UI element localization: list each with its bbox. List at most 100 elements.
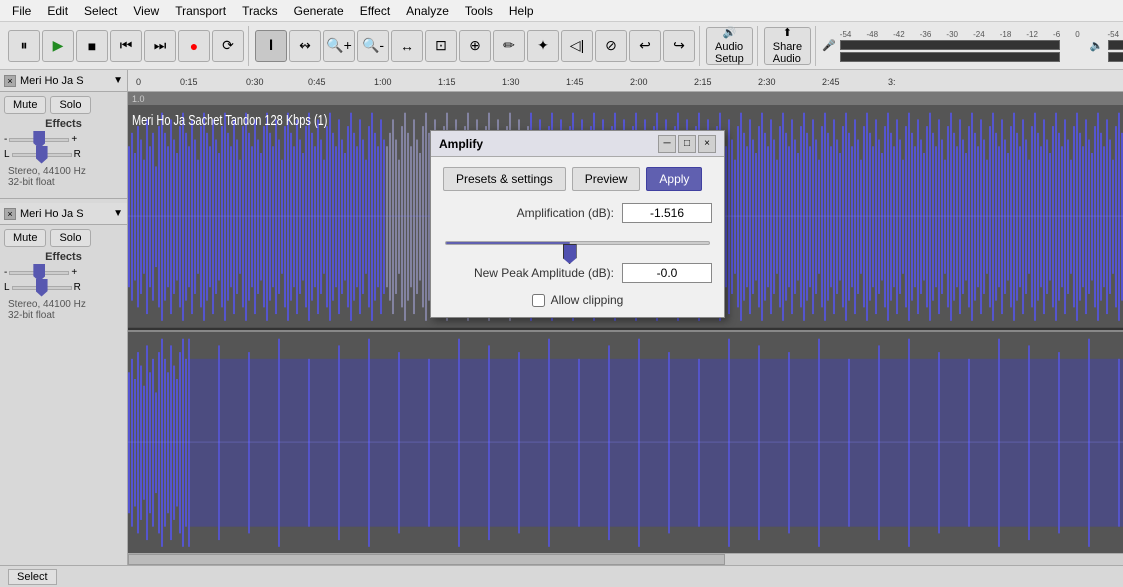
toolbar: ⏸ ▶ ■ ⏮ ⏭ ● ⟳ 𝐈 ↭ 🔍+ 🔍- ↔ ⊡ ⊕ ✏ ✦ ◁| ⊘ ↩…: [0, 22, 1123, 70]
track-dropdown-button[interactable]: ▼: [113, 75, 123, 86]
presets-settings-button[interactable]: Presets & settings: [443, 167, 566, 191]
pan-slider[interactable]: [12, 153, 72, 157]
transport-controls: ⏸ ▶ ■ ⏮ ⏭ ● ⟳: [4, 26, 249, 66]
menu-tools[interactable]: Tools: [457, 2, 501, 20]
menu-effect[interactable]: Effect: [352, 2, 398, 20]
ruler-mark-3: 3:: [888, 77, 896, 87]
gain-minus-icon[interactable]: -: [4, 134, 7, 145]
mute-button[interactable]: Mute: [4, 96, 46, 114]
track2-dropdown-button[interactable]: ▼: [113, 208, 123, 219]
preview-button[interactable]: Preview: [572, 167, 641, 191]
zoom-out-button[interactable]: 🔍-: [357, 30, 389, 62]
pause-button[interactable]: ⏸: [8, 30, 40, 62]
fit-project-button[interactable]: ⊡: [425, 30, 457, 62]
track2-gain-slider[interactable]: [9, 271, 69, 275]
menu-select[interactable]: Select: [76, 2, 125, 20]
audio-setup-button[interactable]: 🔊 Audio Setup: [706, 27, 753, 65]
menu-help[interactable]: Help: [501, 2, 542, 20]
trim-left-button[interactable]: ◁|: [561, 30, 593, 62]
dialog-close-button[interactable]: ×: [698, 135, 716, 153]
allow-clipping-checkbox[interactable]: [532, 294, 545, 307]
gain-slider[interactable]: [9, 138, 69, 142]
dialog-titlebar: Amplify ─ □ ×: [431, 131, 724, 157]
record-button[interactable]: ●: [178, 30, 210, 62]
track2-gain-minus[interactable]: -: [4, 267, 7, 278]
zoom-toggle-button[interactable]: ⊕: [459, 30, 491, 62]
allow-clipping-row: Allow clipping: [443, 293, 712, 307]
allow-clipping-label: Allow clipping: [551, 293, 624, 307]
redo-button[interactable]: ↪: [663, 30, 695, 62]
track2-pan-control: L R: [4, 282, 123, 293]
envelope-tool-button[interactable]: ↭: [289, 30, 321, 62]
solo-button[interactable]: Solo: [50, 96, 90, 114]
ruler-mark-100: 1:00: [374, 77, 392, 87]
fit-track-button[interactable]: ↔: [391, 30, 423, 62]
track2-gain-plus[interactable]: +: [71, 267, 77, 278]
track2-solo-button[interactable]: Solo: [50, 229, 90, 247]
loop-button[interactable]: ⟳: [212, 30, 244, 62]
ruler-mark-145: 1:45: [566, 77, 584, 87]
track2-name: Meri Ho Ja S: [20, 208, 113, 220]
share-audio-button[interactable]: ⬆ Share Audio: [764, 27, 811, 65]
track2-pan-slider[interactable]: [12, 286, 72, 290]
silence-button[interactable]: ⊘: [595, 30, 627, 62]
track-controls: Mute Solo Effects - + L R Stereo, 44100 …: [0, 92, 127, 194]
menu-file[interactable]: File: [4, 2, 39, 20]
record-vu-bar2: [840, 52, 1060, 62]
skip-fwd-button[interactable]: ⏭: [144, 30, 176, 62]
dialog-maximize-button[interactable]: □: [678, 135, 696, 153]
audio-setup-label: Audio Setup: [715, 41, 744, 65]
track-name: Meri Ho Ja S: [20, 75, 113, 87]
horizontal-scrollbar[interactable]: [128, 553, 1123, 565]
menu-analyze[interactable]: Analyze: [398, 2, 457, 20]
track1-amplitude-label-top: 1.0: [132, 94, 145, 104]
multi-tool-button[interactable]: ✦: [527, 30, 559, 62]
slider-thumb[interactable]: [563, 244, 577, 264]
peak-amplitude-input[interactable]: [622, 263, 712, 283]
dialog-title: Amplify: [439, 137, 656, 151]
track2-gain-control: - +: [4, 267, 123, 278]
ruler-mark-115: 1:15: [438, 77, 456, 87]
menu-transport[interactable]: Transport: [167, 2, 234, 20]
menu-edit[interactable]: Edit: [39, 2, 76, 20]
gain-plus-icon[interactable]: +: [71, 134, 77, 145]
menu-generate[interactable]: Generate: [286, 2, 352, 20]
select-button[interactable]: Select: [8, 569, 57, 585]
zoom-in-button[interactable]: 🔍+: [323, 30, 355, 62]
track2-pan-right: R: [74, 282, 81, 293]
ruler-mark-130: 1:30: [502, 77, 520, 87]
ruler-mark-215: 2:15: [694, 77, 712, 87]
dialog-minimize-button[interactable]: ─: [658, 135, 676, 153]
amplification-input[interactable]: [622, 203, 712, 223]
track-close-button[interactable]: ×: [4, 75, 16, 87]
ruler-mark-245: 2:45: [822, 77, 840, 87]
peak-amplitude-label: New Peak Amplitude (dB):: [443, 266, 614, 280]
pan-left-label: L: [4, 149, 10, 160]
stop-button[interactable]: ■: [76, 30, 108, 62]
edit-tools: 𝐈 ↭ 🔍+ 🔍- ↔ ⊡ ⊕ ✏ ✦ ◁| ⊘ ↩ ↪: [251, 26, 700, 66]
waveform-track2[interactable]: [128, 332, 1123, 554]
record-vu-scale: -54-48-42-36-30-24-18-12-60: [840, 30, 1080, 39]
share-audio-label: Share Audio: [773, 41, 802, 65]
share-icon: ⬆: [783, 26, 792, 39]
share-audio-group: ⬆ Share Audio: [760, 26, 816, 66]
pan-control: L R: [4, 149, 123, 160]
undo-button[interactable]: ↩: [629, 30, 661, 62]
play-button[interactable]: ▶: [42, 30, 74, 62]
skip-back-button[interactable]: ⏮: [110, 30, 142, 62]
record-vu-icon: 🎤: [822, 39, 836, 52]
apply-button[interactable]: Apply: [646, 167, 702, 191]
track2-controls: Mute Solo Effects - + L R Stereo, 44100 …: [0, 225, 127, 327]
menu-view[interactable]: View: [125, 2, 167, 20]
menubar: File Edit Select View Transport Tracks G…: [0, 0, 1123, 22]
menu-tracks[interactable]: Tracks: [234, 2, 286, 20]
select-tool-button[interactable]: 𝐈: [255, 30, 287, 62]
track2-close-button[interactable]: ×: [4, 208, 16, 220]
effects-label: Effects: [4, 118, 123, 130]
mute-solo-buttons: Mute Solo: [4, 96, 123, 114]
bottom-bar: Select: [0, 565, 1123, 587]
track2-mute-solo: Mute Solo: [4, 229, 123, 247]
dialog-toolbar: Presets & settings Preview Apply: [443, 167, 712, 191]
draw-tool-button[interactable]: ✏: [493, 30, 525, 62]
track2-mute-button[interactable]: Mute: [4, 229, 46, 247]
